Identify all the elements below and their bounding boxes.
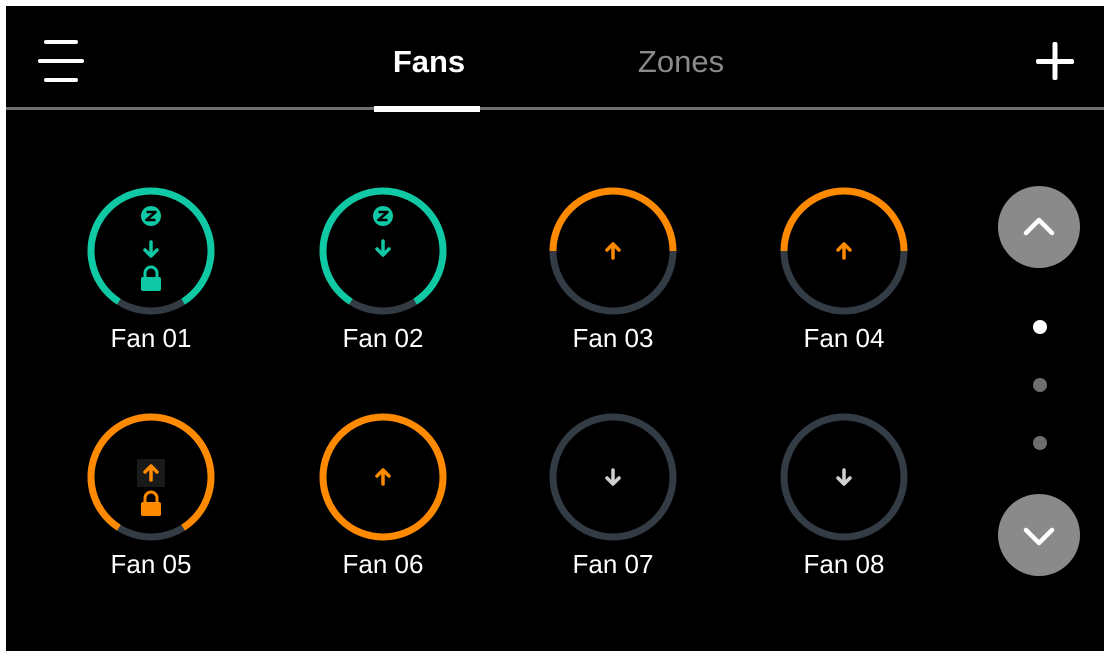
page-dot-3[interactable]: [1033, 436, 1047, 450]
ring-level-arc: [549, 187, 677, 252]
fan-tile[interactable]: Fan 03: [538, 186, 688, 386]
fan-name-label: Fan 08: [803, 549, 885, 579]
sleep-z-icon: [373, 206, 393, 226]
arrow-down-icon: [375, 239, 391, 257]
tab-fans[interactable]: Fans: [374, 40, 484, 84]
fan-speed-ring: [319, 413, 447, 541]
fan-name-label: Fan 06: [342, 549, 424, 579]
chevron-down-icon: [1023, 527, 1055, 546]
tab-zones[interactable]: Zones: [616, 40, 746, 84]
fan-tile[interactable]: Fan 08: [769, 412, 919, 612]
fan-tile[interactable]: Fan 06: [308, 412, 458, 612]
fan-tile[interactable]: Fan 07: [538, 412, 688, 612]
fan-name-label: Fan 01: [110, 323, 192, 353]
app-screen: Fans Zones Fan 01 Fan 02 Fan 03 Fan 04 Fan 0…: [6, 6, 1104, 651]
arrow-down-icon: [836, 468, 852, 486]
fan-tile[interactable]: Fan 05: [76, 412, 226, 612]
lock-icon: [141, 490, 161, 516]
fan-speed-ring: [780, 413, 908, 541]
arrow-down-icon: [143, 240, 159, 258]
fan-speed-ring: [87, 413, 215, 541]
sleep-z-icon: [141, 206, 161, 226]
fan-tile[interactable]: Fan 04: [769, 186, 919, 386]
fan-tile[interactable]: Fan 01: [76, 186, 226, 386]
fan-name-label: Fan 02: [342, 323, 424, 353]
ring-level-arc: [780, 187, 908, 252]
fan-speed-ring: [87, 187, 215, 315]
page-dot-1[interactable]: [1033, 320, 1047, 334]
menu-lines-icon: [38, 40, 84, 82]
arrow-up-icon: [375, 468, 391, 486]
fan-name-label: Fan 07: [572, 549, 654, 579]
fan-name-label: Fan 05: [110, 549, 192, 579]
fan-speed-ring: [319, 187, 447, 315]
tab-divider: [6, 107, 1104, 110]
arrow-up-icon: [836, 242, 852, 260]
fan-speed-ring: [780, 187, 908, 315]
menu-button[interactable]: [34, 36, 90, 86]
page-dot-2[interactable]: [1033, 378, 1047, 392]
fan-name-label: Fan 04: [803, 323, 885, 353]
scroll-up-button[interactable]: [998, 186, 1080, 268]
fan-name-label: Fan 03: [572, 323, 654, 353]
active-tab-indicator: [374, 106, 480, 112]
arrow-up-icon: [605, 242, 621, 260]
arrow-down-icon: [605, 468, 621, 486]
plus-icon: [1036, 42, 1074, 80]
add-button[interactable]: [1024, 36, 1084, 86]
fan-tile[interactable]: Fan 02: [308, 186, 458, 386]
fan-speed-ring: [549, 187, 677, 315]
fan-speed-ring: [549, 413, 677, 541]
lock-icon: [141, 265, 161, 291]
chevron-up-icon: [1023, 217, 1055, 236]
top-bar: Fans Zones: [6, 6, 1104, 116]
scroll-down-button[interactable]: [998, 494, 1080, 576]
